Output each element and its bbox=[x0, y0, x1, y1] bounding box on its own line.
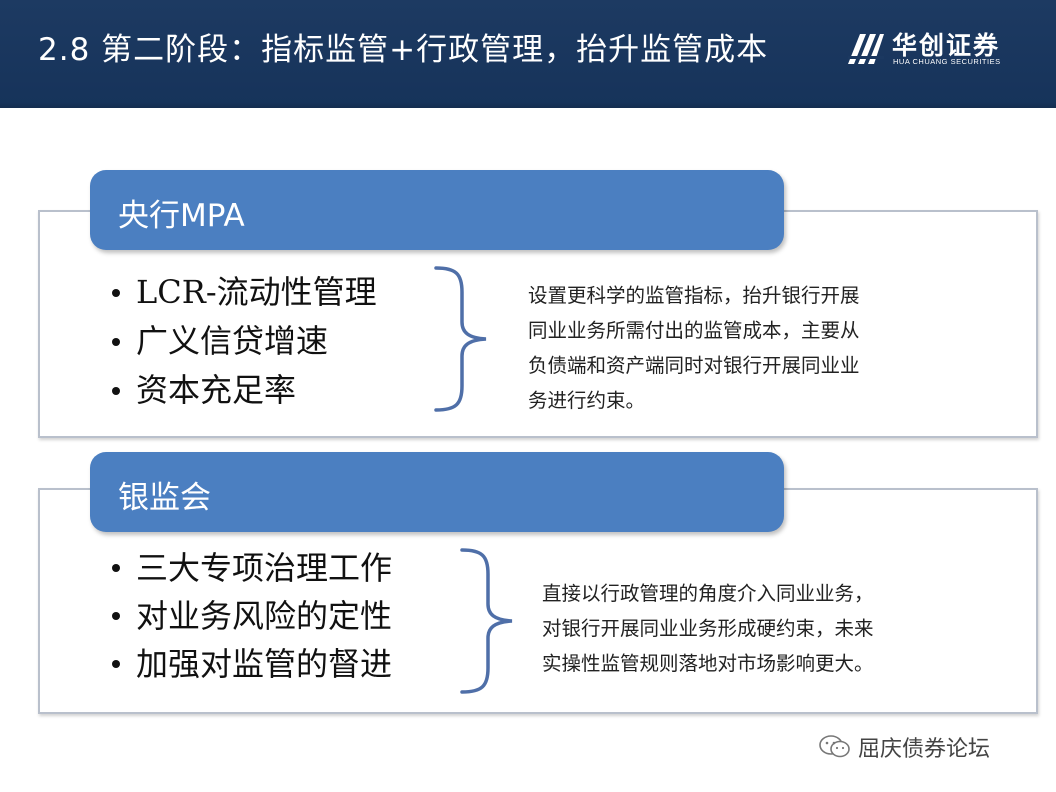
bullet-list-mpa: LCR-流动性管理 广义信贷增速 资本充足率 bbox=[112, 268, 377, 415]
description-line: 务进行约束。 bbox=[528, 389, 646, 412]
bullet-text: 加强对监管的督进 bbox=[136, 645, 393, 683]
description-line: 直接以行政管理的角度介入同业业务， bbox=[542, 582, 874, 605]
bullet-dot-icon bbox=[112, 288, 120, 297]
section-heading: 央行MPA bbox=[118, 198, 245, 234]
bullet-dot-icon bbox=[112, 564, 120, 572]
bullet-text: 对业务风险的定性 bbox=[136, 597, 393, 635]
description-line: 对银行开展同业业务形成硬约束，未来 bbox=[542, 617, 874, 640]
wechat-icon bbox=[819, 735, 850, 758]
logo-english-name: HUA CHUANG SECURITIES bbox=[893, 57, 1001, 66]
slide-title: 2.8 第二阶段：指标监管+行政管理，抬升监管成本 bbox=[38, 32, 769, 68]
bullet-text: LCR-流动性管理 bbox=[136, 273, 377, 311]
bullet-text: 三大专项治理工作 bbox=[136, 549, 393, 587]
logo-mark-icon bbox=[848, 34, 884, 64]
section-description-cbrc: 直接以行政管理的角度介入同业业务， 对银行开展同业业务形成硬约束，未来 实操性监… bbox=[542, 576, 874, 681]
list-item: 三大专项治理工作 bbox=[112, 544, 392, 592]
section-heading: 银监会 bbox=[118, 480, 211, 516]
bullet-dot-icon bbox=[112, 386, 120, 395]
brace-icon bbox=[434, 266, 487, 412]
watermark-text: 屈庆债券论坛 bbox=[858, 737, 991, 762]
header-bar: 2.8 第二阶段：指标监管+行政管理，抬升监管成本 华创证券 HUA CHUAN… bbox=[0, 0, 1056, 108]
company-logo: 华创证券 HUA CHUANG SECURITIES bbox=[846, 26, 1006, 70]
bullet-dot-icon bbox=[112, 612, 120, 620]
section-tab-cbrc: 银监会 bbox=[90, 452, 784, 532]
bullet-dot-icon bbox=[112, 337, 120, 346]
description-line: 负债端和资产端同时对银行开展同业业 bbox=[528, 354, 860, 377]
list-item: 加强对监管的督进 bbox=[112, 640, 392, 688]
header-shadow bbox=[0, 102, 1056, 108]
bullet-dot-icon bbox=[112, 660, 120, 668]
description-line: 同业业务所需付出的监管成本，主要从 bbox=[528, 319, 860, 342]
list-item: 广义信贷增速 bbox=[112, 317, 377, 366]
bullet-list-cbrc: 三大专项治理工作 对业务风险的定性 加强对监管的督进 bbox=[112, 544, 392, 688]
list-item: LCR-流动性管理 bbox=[112, 268, 377, 317]
bullet-text: 广义信贷增速 bbox=[136, 322, 329, 360]
list-item: 对业务风险的定性 bbox=[112, 592, 392, 640]
description-line: 设置更科学的监管指标，抬升银行开展 bbox=[528, 284, 860, 307]
watermark: 屈庆债券论坛 bbox=[818, 732, 990, 762]
section-description-mpa: 设置更科学的监管指标，抬升银行开展 同业业务所需付出的监管成本，主要从 负债端和… bbox=[528, 278, 860, 418]
brace-icon bbox=[460, 548, 513, 694]
description-line: 实操性监管规则落地对市场影响更大。 bbox=[542, 652, 874, 675]
list-item: 资本充足率 bbox=[112, 366, 377, 415]
bullet-text: 资本充足率 bbox=[136, 371, 297, 409]
section-tab-mpa: 央行MPA bbox=[90, 170, 784, 250]
